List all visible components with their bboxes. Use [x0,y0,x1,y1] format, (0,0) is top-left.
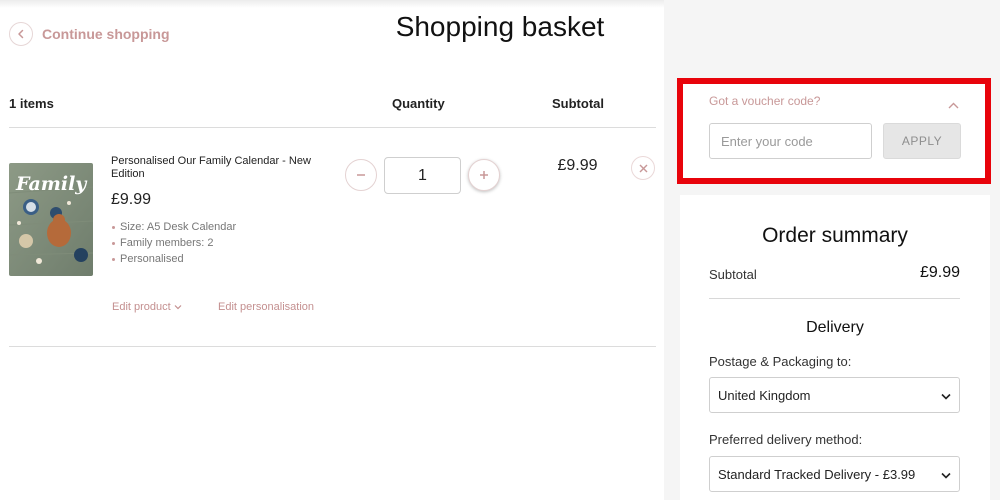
postage-country-select[interactable]: United Kingdom [709,377,960,413]
delivery-title: Delivery [806,319,864,336]
product-thumbnail[interactable]: Family [9,163,93,276]
summary-subtotal-label: Subtotal [709,267,757,282]
delivery-method-select[interactable]: Standard Tracked Delivery - £3.99 [709,456,960,492]
chevron-down-icon [941,388,951,403]
quantity-header: Quantity [392,96,445,111]
decrease-quantity-button[interactable] [345,159,377,191]
chevron-down-icon [174,301,182,313]
header-divider [9,127,656,128]
attribute-size: Size: A5 Desk Calendar [111,219,236,235]
edit-personalisation-link[interactable]: Edit personalisation [218,301,314,313]
voucher-panel: Got a voucher code? APPLY [677,78,991,184]
chevron-down-icon [941,467,951,482]
increase-quantity-button[interactable] [468,159,500,191]
items-count-header: 1 items [9,96,54,111]
quantity-input[interactable] [384,157,461,194]
page-title: Shopping basket [395,11,605,42]
product-name[interactable]: Personalised Our Family Calendar - New E… [111,155,331,181]
summary-subtotal-value: £9.99 [919,264,960,281]
delivery-method-value: Standard Tracked Delivery - £3.99 [718,466,916,482]
attribute-family-members: Family members: 2 [111,235,236,251]
voucher-toggle[interactable]: Got a voucher code? [709,94,820,108]
thumbnail-title: Family [15,173,88,195]
summary-divider [709,298,960,299]
product-price: £9.99 [111,191,152,208]
attribute-personalised: Personalised [111,251,236,267]
chevron-up-icon[interactable] [948,96,959,114]
minus-icon [357,174,365,176]
postage-label: Postage & Packaging to: [709,354,852,369]
postage-country-value: United Kingdom [718,387,811,403]
close-icon [639,164,647,172]
apply-voucher-button[interactable]: APPLY [883,123,961,159]
edit-product-label: Edit product [112,301,171,313]
plus-icon [480,171,488,179]
item-divider [9,346,656,347]
line-subtotal: £9.99 [557,157,598,174]
delivery-method-label: Preferred delivery method: [709,432,863,447]
voucher-code-input[interactable] [709,123,872,159]
subtotal-header: Subtotal [552,96,604,111]
product-attributes: Size: A5 Desk Calendar Family members: 2… [111,219,236,267]
order-summary-panel: Order summary Subtotal £9.99 Delivery Po… [680,195,990,500]
order-summary-title: Order summary [762,224,908,247]
edit-product-link[interactable]: Edit product [112,301,182,313]
remove-item-button[interactable] [631,156,655,180]
